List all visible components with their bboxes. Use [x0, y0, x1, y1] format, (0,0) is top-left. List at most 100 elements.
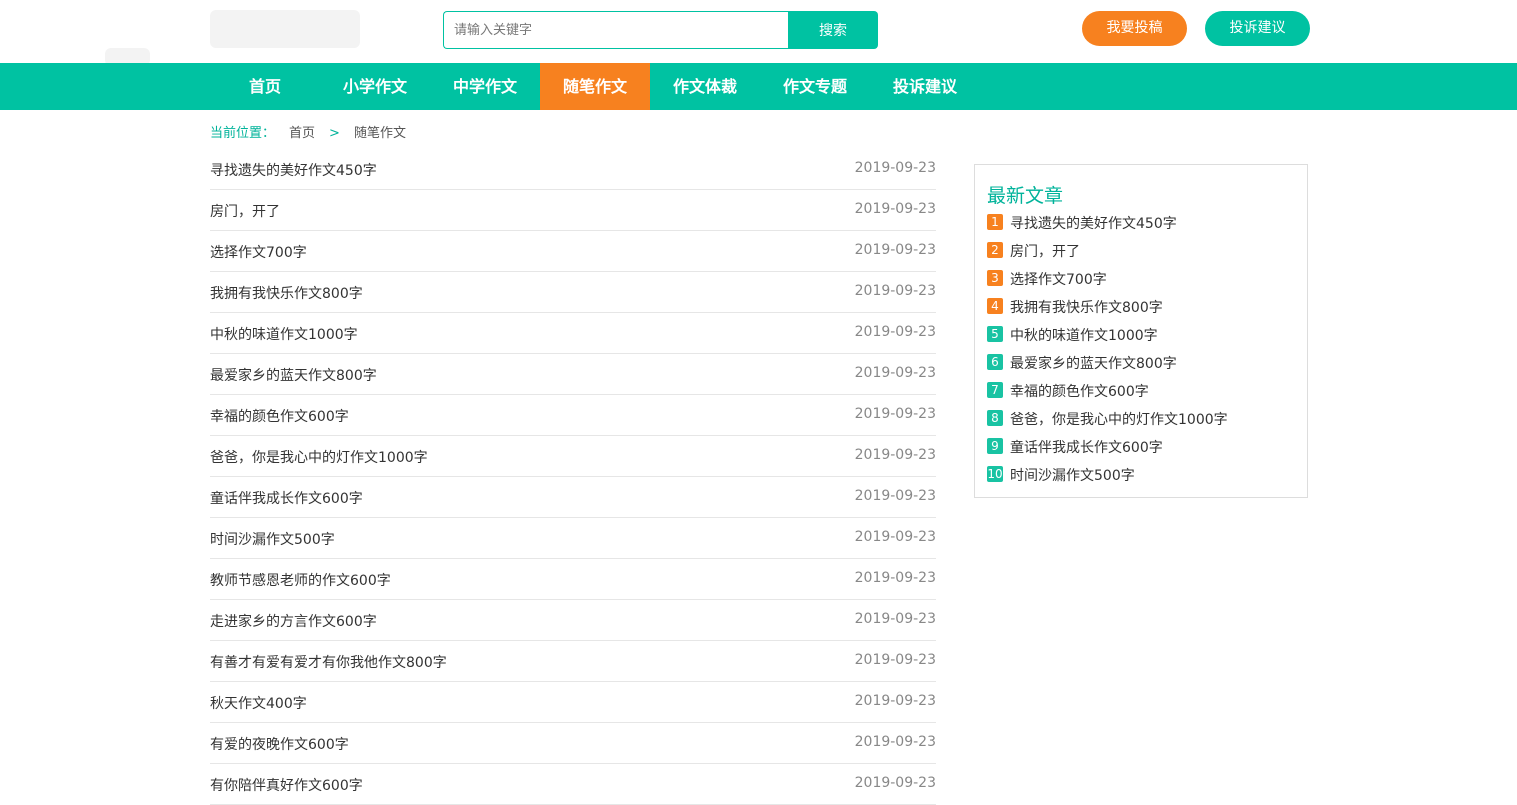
article-title-link[interactable]: 有你陪伴真好作文600字: [210, 775, 363, 795]
article-date: 2019-09-23: [854, 447, 936, 463]
latest-article-item[interactable]: 7 幸福的颜色作文600字: [987, 377, 1297, 405]
article-date: 2019-09-23: [854, 406, 936, 422]
article-date: 2019-09-23: [854, 529, 936, 545]
site-logo[interactable]: [105, 8, 365, 68]
complaint-button[interactable]: 投诉建议: [1205, 11, 1310, 46]
article-row[interactable]: 幸福的颜色作文600字 2019-09-23: [210, 395, 936, 436]
article-date: 2019-09-23: [854, 611, 936, 627]
latest-article-link[interactable]: 我拥有我快乐作文800字: [1010, 297, 1163, 317]
article-title-link[interactable]: 中秋的味道作文1000字: [210, 324, 358, 344]
article-date: 2019-09-23: [854, 775, 936, 791]
rank-badge: 9: [987, 438, 1003, 454]
breadcrumb-separator: >: [329, 126, 340, 141]
rank-badge: 6: [987, 354, 1003, 370]
article-row[interactable]: 时间沙漏作文500字 2019-09-23: [210, 518, 936, 559]
article-row[interactable]: 中秋的味道作文1000字 2019-09-23: [210, 313, 936, 354]
article-title-link[interactable]: 有善才有爱有爱才有你我他作文800字: [210, 652, 447, 672]
latest-article-link[interactable]: 爸爸，你是我心中的灯作文1000字: [1010, 409, 1228, 429]
latest-article-item[interactable]: 10 时间沙漏作文500字: [987, 461, 1297, 489]
latest-article-item[interactable]: 4 我拥有我快乐作文800字: [987, 293, 1297, 321]
breadcrumb-home-link[interactable]: 首页: [289, 126, 315, 141]
article-title-link[interactable]: 选择作文700字: [210, 242, 307, 262]
rank-badge: 2: [987, 242, 1003, 258]
article-title-link[interactable]: 秋天作文400字: [210, 693, 307, 713]
article-title-link[interactable]: 有爱的夜晚作文600字: [210, 734, 349, 754]
article-row[interactable]: 童话伴我成长作文600字 2019-09-23: [210, 477, 936, 518]
article-row[interactable]: 有爱的夜晚作文600字 2019-09-23: [210, 723, 936, 764]
nav-item-essay-notes[interactable]: 随笔作文: [540, 63, 650, 110]
article-title-link[interactable]: 教师节感恩老师的作文600字: [210, 570, 391, 590]
article-row[interactable]: 有善才有爱有爱才有你我他作文800字 2019-09-23: [210, 641, 936, 682]
article-date: 2019-09-23: [854, 201, 936, 217]
article-title-link[interactable]: 幸福的颜色作文600字: [210, 406, 349, 426]
article-row[interactable]: 走进家乡的方言作文600字 2019-09-23: [210, 600, 936, 641]
article-date: 2019-09-23: [854, 488, 936, 504]
nav-item-essay-genres[interactable]: 作文体裁: [650, 63, 760, 110]
article-title-link[interactable]: 童话伴我成长作文600字: [210, 488, 363, 508]
latest-article-link[interactable]: 中秋的味道作文1000字: [1010, 325, 1158, 345]
article-title-link[interactable]: 时间沙漏作文500字: [210, 529, 335, 549]
breadcrumb-current[interactable]: 随笔作文: [354, 126, 406, 141]
latest-article-item[interactable]: 8 爸爸，你是我心中的灯作文1000字: [987, 405, 1297, 433]
article-row[interactable]: 教师节感恩老师的作文600字 2019-09-23: [210, 559, 936, 600]
article-title-link[interactable]: 我拥有我快乐作文800字: [210, 283, 363, 303]
article-list: 寻找遗失的美好作文450字 2019-09-23 房门，开了 2019-09-23 选择…: [210, 149, 936, 805]
rank-badge: 7: [987, 382, 1003, 398]
article-row[interactable]: 秋天作文400字 2019-09-23: [210, 682, 936, 723]
latest-article-item[interactable]: 9 童话伴我成长作文600字: [987, 433, 1297, 461]
search-bar: 搜索: [443, 11, 878, 49]
article-row[interactable]: 房门，开了 2019-09-23: [210, 190, 936, 231]
article-title-link[interactable]: 寻找遗失的美好作文450字: [210, 160, 377, 180]
latest-article-item[interactable]: 1 寻找遗失的美好作文450字: [987, 209, 1297, 237]
article-date: 2019-09-23: [854, 693, 936, 709]
nav-item-essay-topics[interactable]: 作文专题: [760, 63, 870, 110]
article-date: 2019-09-23: [854, 242, 936, 258]
article-title-link[interactable]: 最爱家乡的蓝天作文800字: [210, 365, 377, 385]
nav-item-middle-essays[interactable]: 中学作文: [430, 63, 540, 110]
latest-article-link[interactable]: 选择作文700字: [1010, 269, 1107, 289]
search-button[interactable]: 搜索: [788, 11, 878, 49]
latest-article-link[interactable]: 寻找遗失的美好作文450字: [1010, 213, 1177, 233]
latest-articles-panel: 最新文章 1 寻找遗失的美好作文450字 2 房门，开了 3 选择作文700字 4 我拥有我快…: [974, 164, 1308, 498]
latest-article-link[interactable]: 幸福的颜色作文600字: [1010, 381, 1149, 401]
article-title-link[interactable]: 走进家乡的方言作文600字: [210, 611, 377, 631]
article-date: 2019-09-23: [854, 734, 936, 750]
article-date: 2019-09-23: [854, 570, 936, 586]
article-title-link[interactable]: 房门，开了: [210, 201, 280, 221]
latest-article-item[interactable]: 3 选择作文700字: [987, 265, 1297, 293]
latest-article-link[interactable]: 房门，开了: [1010, 241, 1080, 261]
search-input[interactable]: [443, 11, 788, 49]
article-row[interactable]: 选择作文700字 2019-09-23: [210, 231, 936, 272]
nav-item-home[interactable]: 首页: [210, 63, 320, 110]
article-date: 2019-09-23: [854, 652, 936, 668]
latest-article-link[interactable]: 童话伴我成长作文600字: [1010, 437, 1163, 457]
article-date: 2019-09-23: [854, 324, 936, 340]
article-row[interactable]: 有你陪伴真好作文600字 2019-09-23: [210, 764, 936, 805]
main-nav: 首页 小学作文 中学作文 随笔作文 作文体裁 作文专题 投诉建议: [0, 63, 1517, 110]
submit-article-button[interactable]: 我要投稿: [1082, 11, 1187, 46]
latest-article-item[interactable]: 6 最爱家乡的蓝天作文800字: [987, 349, 1297, 377]
article-row[interactable]: 我拥有我快乐作文800字 2019-09-23: [210, 272, 936, 313]
rank-badge: 10: [987, 466, 1003, 482]
latest-article-item[interactable]: 2 房门，开了: [987, 237, 1297, 265]
breadcrumb: 当前位置： 首页 > 随笔作文: [210, 122, 406, 141]
rank-badge: 3: [987, 270, 1003, 286]
article-row[interactable]: 爸爸，你是我心中的灯作文1000字 2019-09-23: [210, 436, 936, 477]
nav-item-primary-essays[interactable]: 小学作文: [320, 63, 430, 110]
article-date: 2019-09-23: [854, 160, 936, 176]
nav-item-complaints[interactable]: 投诉建议: [870, 63, 980, 110]
rank-badge: 5: [987, 326, 1003, 342]
latest-article-item[interactable]: 5 中秋的味道作文1000字: [987, 321, 1297, 349]
article-row[interactable]: 寻找遗失的美好作文450字 2019-09-23: [210, 149, 936, 190]
article-row[interactable]: 最爱家乡的蓝天作文800字 2019-09-23: [210, 354, 936, 395]
article-date: 2019-09-23: [854, 365, 936, 381]
latest-article-link[interactable]: 时间沙漏作文500字: [1010, 465, 1135, 485]
article-title-link[interactable]: 爸爸，你是我心中的灯作文1000字: [210, 447, 428, 467]
latest-articles-list: 1 寻找遗失的美好作文450字 2 房门，开了 3 选择作文700字 4 我拥有我快乐作文80…: [987, 209, 1297, 489]
rank-badge: 8: [987, 410, 1003, 426]
breadcrumb-label: 当前位置：: [210, 126, 276, 141]
rank-badge: 1: [987, 214, 1003, 230]
latest-article-link[interactable]: 最爱家乡的蓝天作文800字: [1010, 353, 1177, 373]
logo-shape: [210, 10, 360, 48]
latest-articles-title: 最新文章: [987, 185, 1064, 207]
